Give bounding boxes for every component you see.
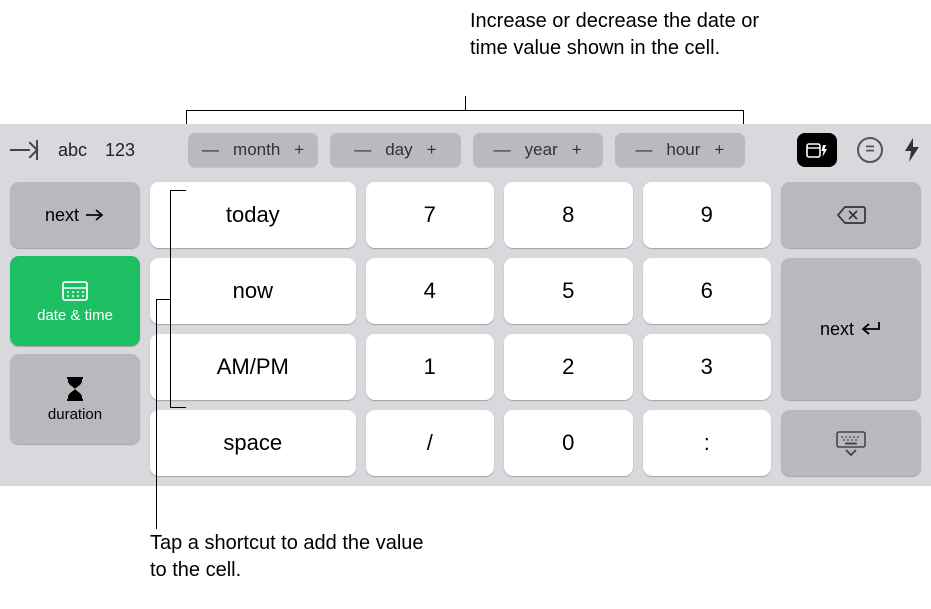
key-8[interactable]: 8 <box>504 182 632 248</box>
stepper-label: month <box>233 140 280 160</box>
key-2[interactable]: 2 <box>504 334 632 400</box>
tab-forward-icon[interactable] <box>10 139 40 161</box>
stepper-month[interactable]: — month + <box>188 133 318 167</box>
stepper-hour[interactable]: — hour + <box>615 133 745 167</box>
next-label: next <box>45 205 79 226</box>
arrow-right-icon <box>85 208 105 222</box>
key-0[interactable]: 0 <box>504 410 632 476</box>
toolbar-left: abc 123 <box>10 139 180 161</box>
key-grid: next date & time <box>0 176 931 476</box>
abc-button[interactable]: abc <box>58 140 87 161</box>
left-column: next date & time <box>10 182 140 476</box>
shortcut-space[interactable]: space <box>150 410 356 476</box>
date-time-label: date & time <box>37 307 113 324</box>
next-return-button[interactable]: next <box>781 258 921 400</box>
key-6[interactable]: 6 <box>643 258 771 324</box>
stepper-label: hour <box>666 140 700 160</box>
key-1[interactable]: 1 <box>366 334 494 400</box>
delete-button[interactable] <box>781 182 921 248</box>
stepper-year[interactable]: — year + <box>473 133 603 167</box>
lightning-icon <box>903 137 921 163</box>
minus-icon[interactable]: — <box>202 140 219 160</box>
bolt-icon[interactable] <box>903 137 921 163</box>
toolbar-right: = <box>753 133 921 167</box>
key-3[interactable]: 3 <box>643 334 771 400</box>
date-time-mode-button[interactable]: date & time <box>10 256 140 346</box>
key-5[interactable]: 5 <box>504 258 632 324</box>
toolbar: abc 123 — month + — day + — year + — hou… <box>0 124 931 176</box>
bracket-left <box>156 190 186 408</box>
123-button[interactable]: 123 <box>105 140 135 161</box>
key-4[interactable]: 4 <box>366 258 494 324</box>
duration-mode-button[interactable]: duration <box>10 354 140 444</box>
plus-icon[interactable]: + <box>294 140 304 160</box>
stepper-label: year <box>525 140 558 160</box>
plus-icon[interactable]: + <box>427 140 437 160</box>
equals-icon[interactable]: = <box>857 137 883 163</box>
keyboard-mode-icon[interactable] <box>797 133 837 167</box>
hourglass-icon <box>65 376 85 402</box>
date-keyboard-icon <box>806 141 828 159</box>
date-steppers: — month + — day + — year + — hour + <box>188 133 745 167</box>
key-colon[interactable]: : <box>643 410 771 476</box>
key-slash[interactable]: / <box>366 410 494 476</box>
plus-icon[interactable]: + <box>572 140 582 160</box>
keyboard-panel: abc 123 — month + — day + — year + — hou… <box>0 124 931 486</box>
stepper-day[interactable]: — day + <box>330 133 460 167</box>
plus-icon[interactable]: + <box>714 140 724 160</box>
dismiss-keyboard-button[interactable] <box>781 410 921 476</box>
backspace-icon <box>836 205 866 225</box>
keyboard-dismiss-icon <box>835 430 867 456</box>
numpad-area: today 7 8 9 now 4 5 6 AM/PM 1 2 3 space … <box>150 182 771 476</box>
next-return-label: next <box>820 319 854 340</box>
annotation-top: Increase or decrease the date or time va… <box>470 8 770 62</box>
annotation-bottom: Tap a shortcut to add the value to the c… <box>150 530 430 584</box>
stepper-label: day <box>385 140 412 160</box>
next-cell-button[interactable]: next <box>10 182 140 248</box>
minus-icon[interactable]: — <box>635 140 652 160</box>
key-9[interactable]: 9 <box>643 182 771 248</box>
calendar-icon <box>61 279 89 301</box>
duration-label: duration <box>48 406 102 423</box>
right-column: next <box>781 182 921 476</box>
minus-icon[interactable]: — <box>494 140 511 160</box>
minus-icon[interactable]: — <box>354 140 371 160</box>
key-7[interactable]: 7 <box>366 182 494 248</box>
bracket-top <box>186 96 744 124</box>
return-icon <box>860 320 882 338</box>
